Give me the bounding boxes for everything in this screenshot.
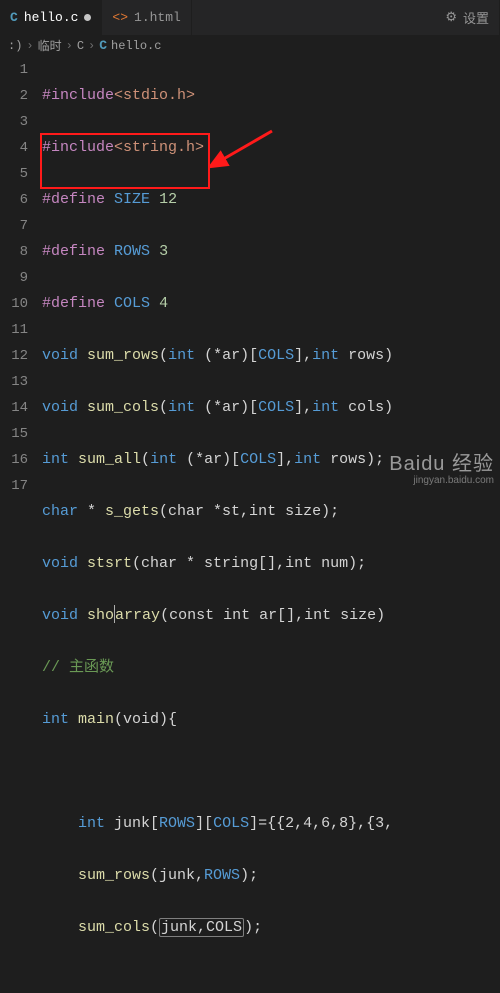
code-content[interactable]: #include<stdio.h> #include<string.h> #de… (42, 57, 500, 500)
tab-label: 设置 (463, 8, 489, 27)
macro-name: COLS (114, 295, 150, 312)
code: (const int ar[],int size) (160, 607, 385, 624)
type: int (312, 399, 339, 416)
code: ); (244, 919, 262, 936)
function-name: sum_rows (78, 867, 150, 884)
type: int (150, 451, 177, 468)
type: int (312, 347, 339, 364)
type: int (78, 815, 105, 832)
macro-ref: ROWS (159, 815, 195, 832)
macro-name: SIZE (114, 191, 150, 208)
code: rows); (321, 451, 384, 468)
function-name: sum_cols (87, 399, 159, 416)
code: ]={{2,4,6,8},{3, (249, 815, 393, 832)
type: void (42, 399, 78, 416)
html-file-icon: <> (112, 10, 128, 25)
breadcrumb-part: hello.c (111, 39, 161, 53)
type: void (42, 555, 78, 572)
watermark: Baidu 经验 jingyan.baidu.com (389, 453, 494, 486)
chevron-right-icon: › (66, 39, 73, 53)
type: void (42, 347, 78, 364)
function-name: sum_cols (78, 919, 150, 936)
directive: #include (42, 139, 114, 156)
tab-label: hello.c (24, 10, 79, 25)
watermark-brand: Baidu 经验 (389, 453, 494, 475)
code: ], (294, 399, 312, 416)
code: cols) (339, 399, 393, 416)
function-name: s_gets (105, 503, 159, 520)
breadcrumb[interactable]: :) › 临时 › C › C hello.c (0, 35, 500, 57)
gear-icon: ⚙ (445, 10, 457, 25)
include-path: <stdio.h> (114, 87, 195, 104)
number: 3 (159, 243, 168, 260)
chevron-right-icon: › (26, 39, 33, 53)
macro-name: ROWS (114, 243, 150, 260)
function-name: array (115, 607, 160, 624)
code: (*ar)[ (186, 451, 240, 468)
include-path: <string.h> (114, 139, 204, 156)
number: 12 (159, 191, 177, 208)
type: int (42, 451, 69, 468)
text-cursor (114, 605, 115, 623)
watermark-url: jingyan.baidu.com (389, 475, 494, 486)
type: int (42, 711, 69, 728)
breadcrumb-part: C (77, 39, 84, 53)
code: ][ (195, 815, 213, 832)
directive: #define (42, 191, 105, 208)
function-name: main (78, 711, 114, 728)
comment: // 主函数 (42, 659, 114, 676)
code: (void){ (114, 711, 177, 728)
type: char (42, 503, 78, 520)
code: ); (240, 867, 258, 884)
directive: #include (42, 87, 114, 104)
macro-ref: ROWS (204, 867, 240, 884)
line-number-gutter: 1234 5678 9101112 13141516 17 (0, 57, 42, 500)
code: rows) (339, 347, 393, 364)
tab-bar: C hello.c <> 1.html ⚙ 设置 (0, 0, 500, 35)
directive: #define (42, 295, 105, 312)
type: int (168, 399, 195, 416)
function-name: sho (87, 607, 114, 624)
code: ], (276, 451, 294, 468)
chevron-right-icon: › (88, 39, 95, 53)
tab-1-html[interactable]: <> 1.html (102, 0, 191, 35)
type: int (294, 451, 321, 468)
macro-ref: COLS (258, 347, 294, 364)
type: int (168, 347, 195, 364)
function-name: sum_rows (87, 347, 159, 364)
identifier: junk[ (105, 815, 159, 832)
code: (*ar)[ (204, 347, 258, 364)
c-file-icon: C (10, 10, 18, 25)
code-editor[interactable]: 1234 5678 9101112 13141516 17 #include<s… (0, 57, 500, 500)
macro-ref: COLS (213, 815, 249, 832)
code: (junk, (150, 867, 204, 884)
directive: #define (42, 243, 105, 260)
tab-settings[interactable]: ⚙ 设置 (435, 0, 500, 35)
code: (*ar)[ (204, 399, 258, 416)
code: ( (150, 919, 159, 936)
function-name: stsrt (87, 555, 132, 572)
tab-label: 1.html (134, 10, 181, 25)
function-name: sum_all (78, 451, 141, 468)
macro-ref: COLS (258, 399, 294, 416)
macro-ref: COLS (240, 451, 276, 468)
modified-dot-icon (84, 14, 91, 21)
c-file-icon: C (99, 38, 107, 53)
type: void (42, 607, 78, 624)
code: (char * string[],int num); (132, 555, 366, 572)
code: junk,COLS (161, 919, 242, 936)
number: 4 (159, 295, 168, 312)
code: * (78, 503, 105, 520)
breadcrumb-part: :) (8, 39, 22, 53)
breadcrumb-part: 临时 (38, 37, 62, 54)
bracket-match: junk,COLS (159, 918, 244, 937)
code: ], (294, 347, 312, 364)
code: (char *st,int size); (159, 503, 339, 520)
tab-hello-c[interactable]: C hello.c (0, 0, 102, 35)
